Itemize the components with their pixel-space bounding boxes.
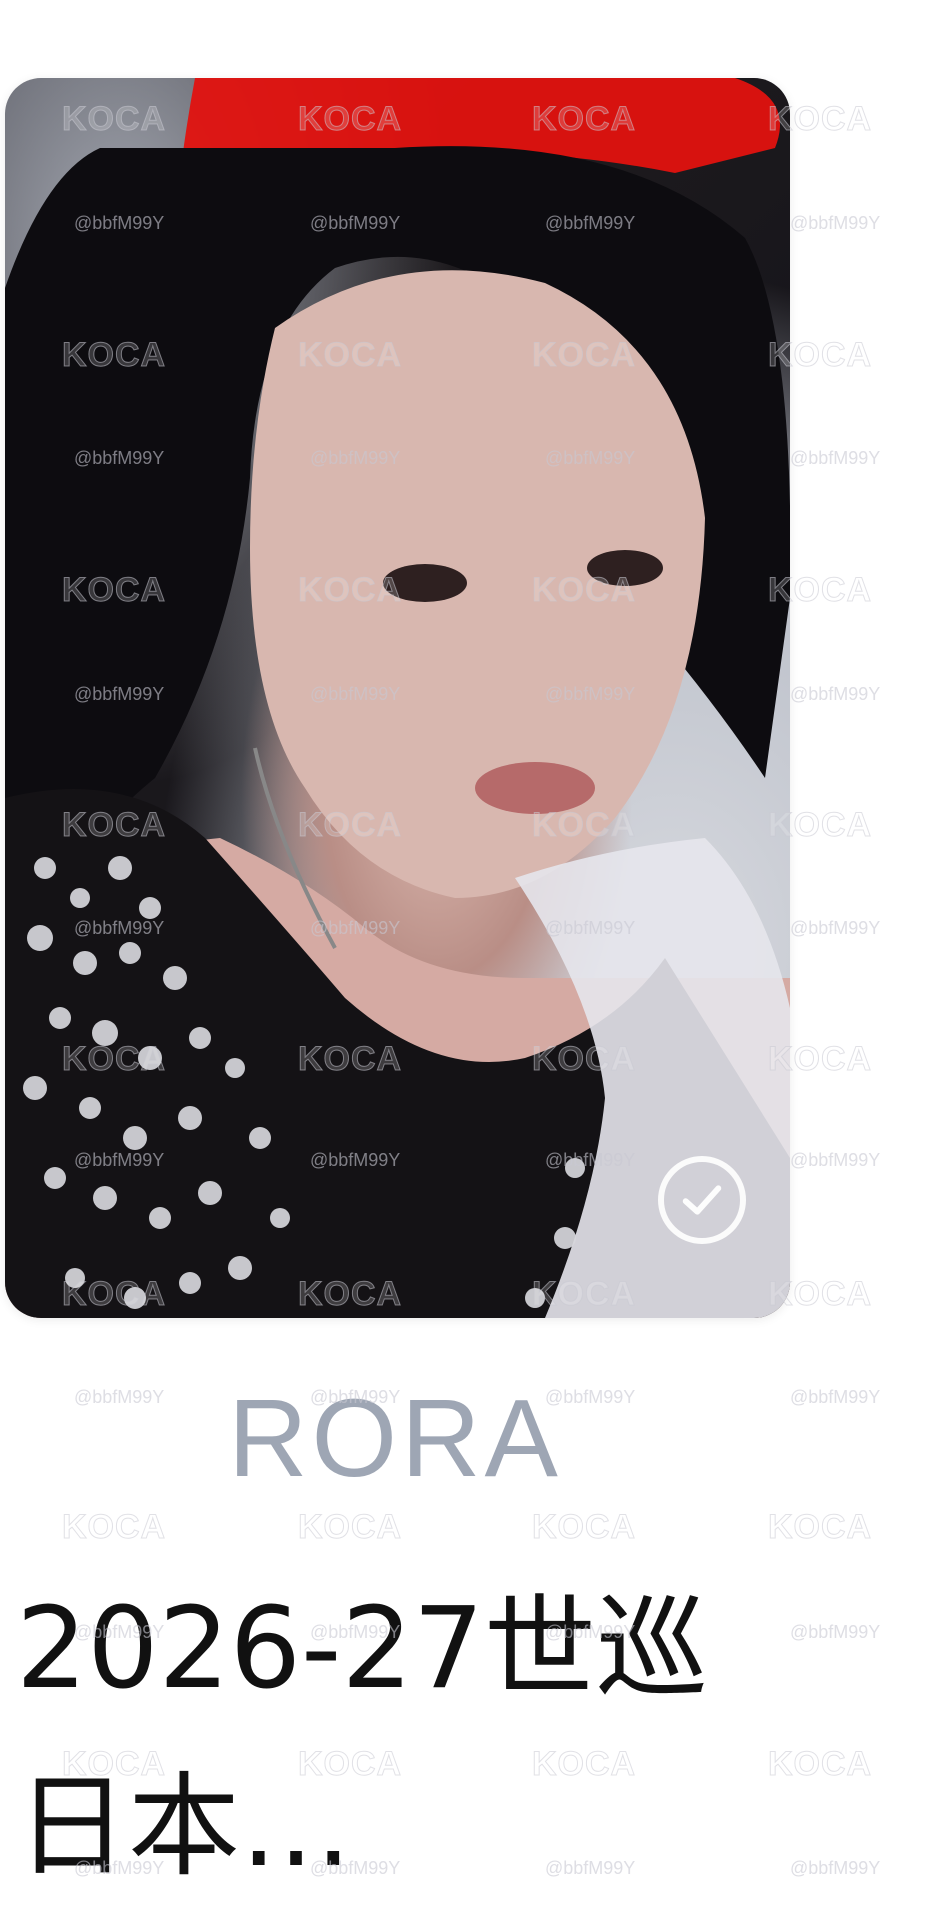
watermark-handle: @bbfM99Y: [790, 1622, 881, 1642]
check-circle-icon[interactable]: [658, 1156, 746, 1244]
checkmark-icon: [682, 1185, 722, 1215]
member-name: RORA: [228, 1377, 562, 1500]
item-title: 2026-27世巡 日本…: [16, 1584, 708, 1892]
photocard-image[interactable]: [5, 78, 790, 1318]
watermark-handle: @bbfM99Y: [790, 1858, 881, 1878]
watermark-handle: @bbfM99Y: [790, 1150, 881, 1170]
watermark-handle: @bbfM99Y: [790, 1387, 881, 1407]
watermark-logo: KOCA: [767, 1508, 873, 1547]
photocard-artwork: [5, 78, 790, 1318]
watermark-logo: KOCA: [297, 1508, 403, 1547]
product-detail-page: RORA 2026-27世巡 日本… KOCA KOCA KOCA KOCA @…: [0, 0, 941, 1920]
watermark-handle: @bbfM99Y: [790, 684, 881, 704]
watermark-handle: @bbfM99Y: [790, 918, 881, 938]
watermark-logo: KOCA: [61, 1508, 167, 1547]
watermark-logo: KOCA: [531, 1508, 637, 1547]
watermark-handle: @bbfM99Y: [790, 448, 881, 468]
watermark-handle: @bbfM99Y: [790, 213, 881, 233]
